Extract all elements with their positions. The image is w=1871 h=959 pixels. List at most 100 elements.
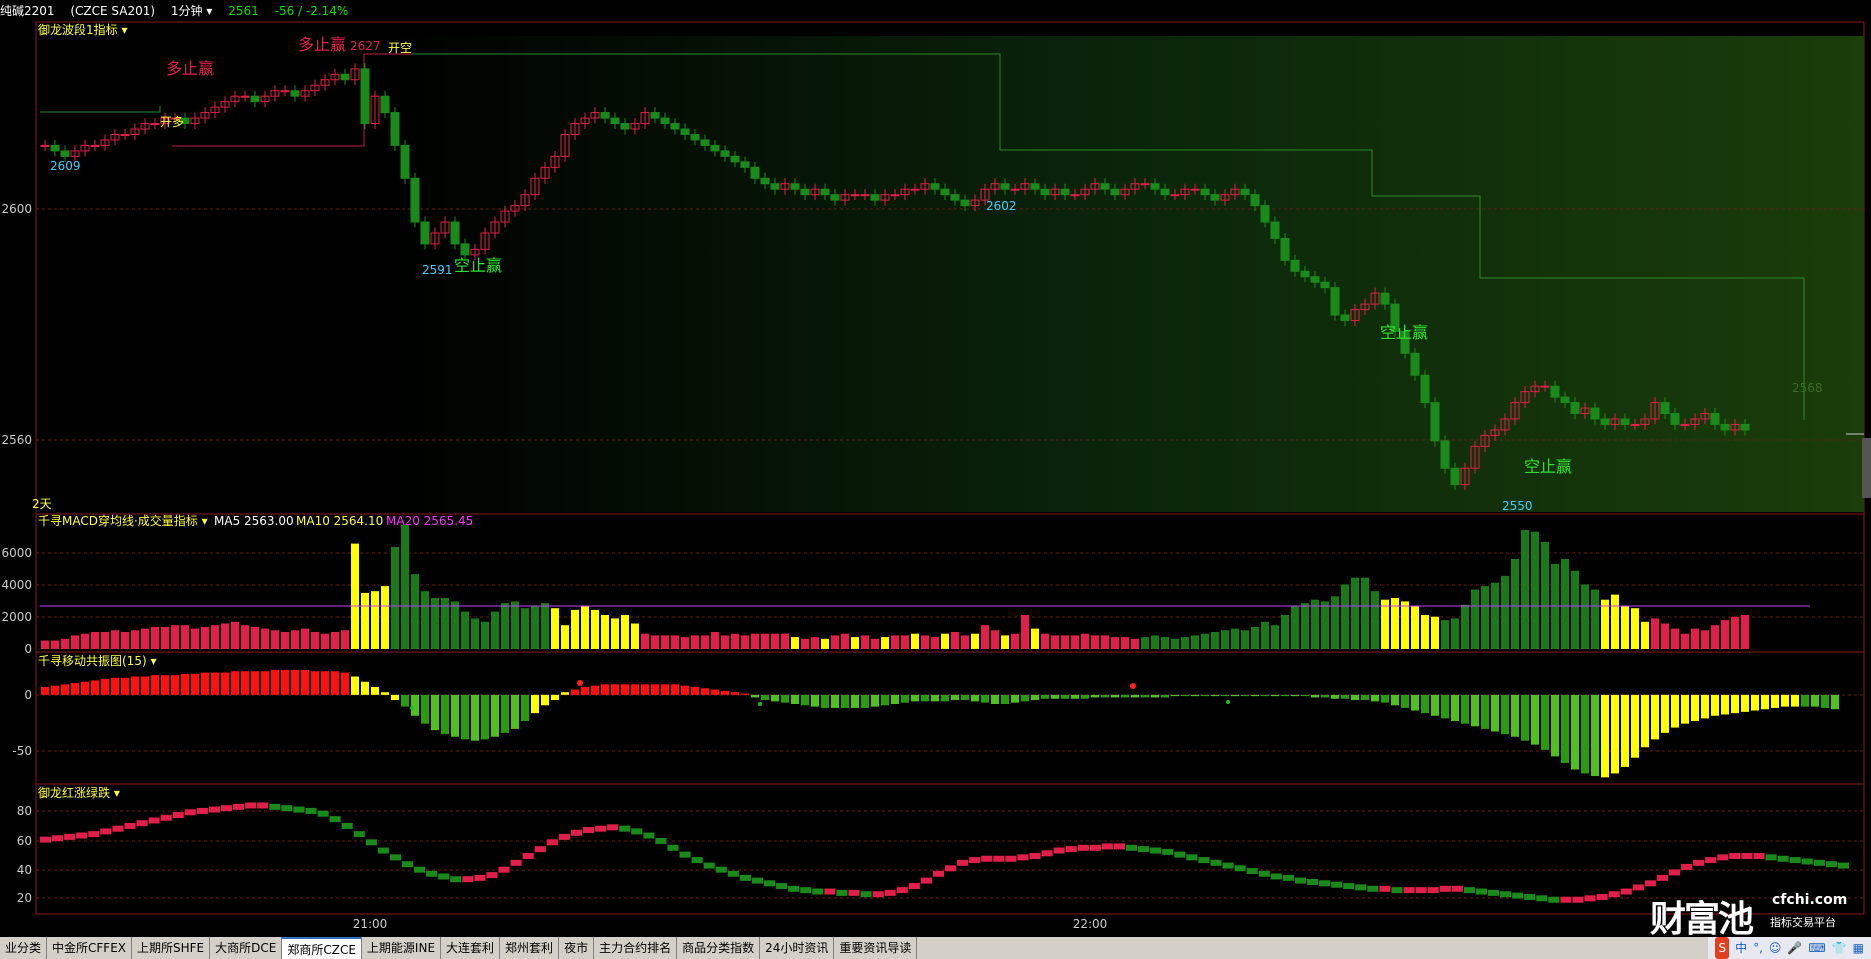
- oscillator-bar: [111, 677, 119, 695]
- oscillator-bar: [1201, 694, 1209, 697]
- vertical-scrollbar[interactable]: [1862, 438, 1871, 498]
- rg-step: [1065, 846, 1077, 853]
- oscillator-bar: [201, 672, 209, 695]
- rg-step: [365, 839, 377, 846]
- candle-body: [740, 161, 750, 168]
- oscillator-bar: [491, 694, 499, 737]
- rg-step: [1560, 896, 1572, 903]
- emoji-icon[interactable]: ☺: [1769, 937, 1782, 959]
- red-green-title[interactable]: 御龙红涨绿跌 ▾: [38, 785, 120, 800]
- tab-industry[interactable]: 业分类: [0, 937, 48, 959]
- volume-bar: [1681, 633, 1689, 649]
- candle-body: [1710, 413, 1720, 425]
- volume-bar: [1371, 591, 1379, 649]
- red-green-panel: [35, 783, 1865, 915]
- volume-bar: [1461, 604, 1469, 649]
- tab-24h-news[interactable]: 24小时资讯: [760, 937, 835, 959]
- oscillator-bar: [1091, 694, 1099, 698]
- volume-bar: [1091, 635, 1099, 649]
- tab-zhengzhou-arb[interactable]: 郑州套利: [500, 937, 560, 959]
- rg-step: [643, 832, 655, 839]
- candle-body: [830, 194, 840, 201]
- rg-step: [993, 855, 1005, 862]
- tab-dce[interactable]: 大商所DCE: [210, 937, 283, 959]
- volume-bar: [1611, 594, 1619, 649]
- toolbox-icon[interactable]: ▦: [1853, 937, 1864, 959]
- volume-bar: [571, 609, 579, 649]
- oscillator-bar: [1071, 694, 1079, 699]
- volume-bar: [481, 621, 489, 649]
- volume-bar: [1151, 635, 1159, 649]
- volume-bar: [1721, 620, 1729, 649]
- tab-dalian-arb[interactable]: 大连套利: [441, 937, 501, 959]
- volume-bar: [661, 635, 669, 649]
- skin-icon[interactable]: 👕: [1832, 937, 1847, 959]
- volume-bar: [1411, 606, 1419, 649]
- tab-main-ranking[interactable]: 主力合约排名: [594, 937, 678, 959]
- main-indicator-title[interactable]: 御龙波段1指标 ▾: [38, 22, 127, 37]
- watermark-logo: 财富池 cfchi.com 指标交易平台: [1650, 890, 1850, 940]
- candle-body: [660, 117, 670, 125]
- volume-indicator-title[interactable]: 千寻MACD穿均线·成交量指标 ▾: [38, 513, 208, 528]
- ime-mode[interactable]: 中: [1735, 937, 1747, 959]
- rg-step: [1403, 887, 1415, 894]
- volume-bar: [1221, 630, 1229, 649]
- volume-bar: [1661, 623, 1669, 649]
- volume-bar: [821, 638, 829, 649]
- tab-key-news[interactable]: 重要资讯导读: [834, 937, 918, 959]
- tab-cffex[interactable]: 中金所CFFEX: [47, 937, 133, 959]
- volume-bar: [1181, 637, 1189, 649]
- chart-canvas[interactable]: 多止赢 多止赢 2627 开空 开多 2609 2591 空止赢 2602 空止…: [0, 0, 1871, 937]
- volume-bar: [1671, 628, 1679, 649]
- volume-tick: 2000: [1, 610, 32, 624]
- volume-bar: [801, 638, 809, 649]
- volume-bar: [1201, 633, 1209, 649]
- oscillator-bar: [441, 694, 449, 735]
- rg-step: [691, 857, 703, 864]
- candle-body: [860, 194, 870, 197]
- oscillator-bar: [481, 694, 489, 740]
- oscillator-bar: [881, 694, 889, 706]
- oscillator-bar: [1111, 694, 1119, 698]
- keyboard-icon[interactable]: ⌨: [1808, 937, 1825, 959]
- oscillator-bar: [791, 694, 799, 704]
- candle-body: [1740, 423, 1750, 431]
- punctuation-icon[interactable]: °,: [1753, 937, 1763, 959]
- volume-bar: [751, 633, 759, 649]
- oscillator-title[interactable]: 千寻移动共振图(15) ▾: [38, 654, 156, 668]
- rg-step: [715, 866, 727, 873]
- rg-step: [583, 827, 595, 834]
- volume-bar: [491, 611, 499, 649]
- rg-step: [1294, 877, 1306, 884]
- microphone-icon[interactable]: 🎤: [1787, 937, 1802, 959]
- oscillator-bar: [1081, 694, 1089, 699]
- rg-step: [1126, 844, 1138, 851]
- tab-ine[interactable]: 上期能源INE: [362, 937, 442, 959]
- volume-bar: [281, 632, 289, 649]
- ime-logo-icon[interactable]: S: [1715, 937, 1730, 959]
- candle-body: [890, 194, 900, 197]
- rg-step: [534, 846, 546, 853]
- volume-bar: [1541, 541, 1549, 649]
- candle-body: [1420, 374, 1430, 404]
- rg-step: [1017, 854, 1029, 861]
- tab-commodity-index[interactable]: 商品分类指数: [677, 937, 761, 959]
- candle-body: [1310, 276, 1320, 283]
- tab-night[interactable]: 夜市: [559, 937, 595, 959]
- candle-body: [1600, 418, 1610, 425]
- rg-step: [981, 855, 993, 862]
- oscillator-bar: [411, 694, 419, 716]
- volume-bar: [1531, 531, 1539, 649]
- rg-step: [1548, 896, 1560, 903]
- oscillator-bar: [1521, 694, 1529, 741]
- oscillator-bar: [1421, 694, 1429, 714]
- volume-bar: [121, 632, 129, 649]
- volume-bar: [871, 638, 879, 649]
- rg-step: [1608, 891, 1620, 898]
- open-long-label: 开多: [160, 115, 184, 129]
- volume-bar: [1001, 635, 1009, 649]
- candle-body: [1160, 188, 1170, 196]
- tab-czce[interactable]: 郑商所CZCE: [282, 937, 362, 959]
- short-take-profit-label: 空止赢: [1380, 323, 1428, 342]
- tab-shfe[interactable]: 上期所SHFE: [132, 937, 211, 959]
